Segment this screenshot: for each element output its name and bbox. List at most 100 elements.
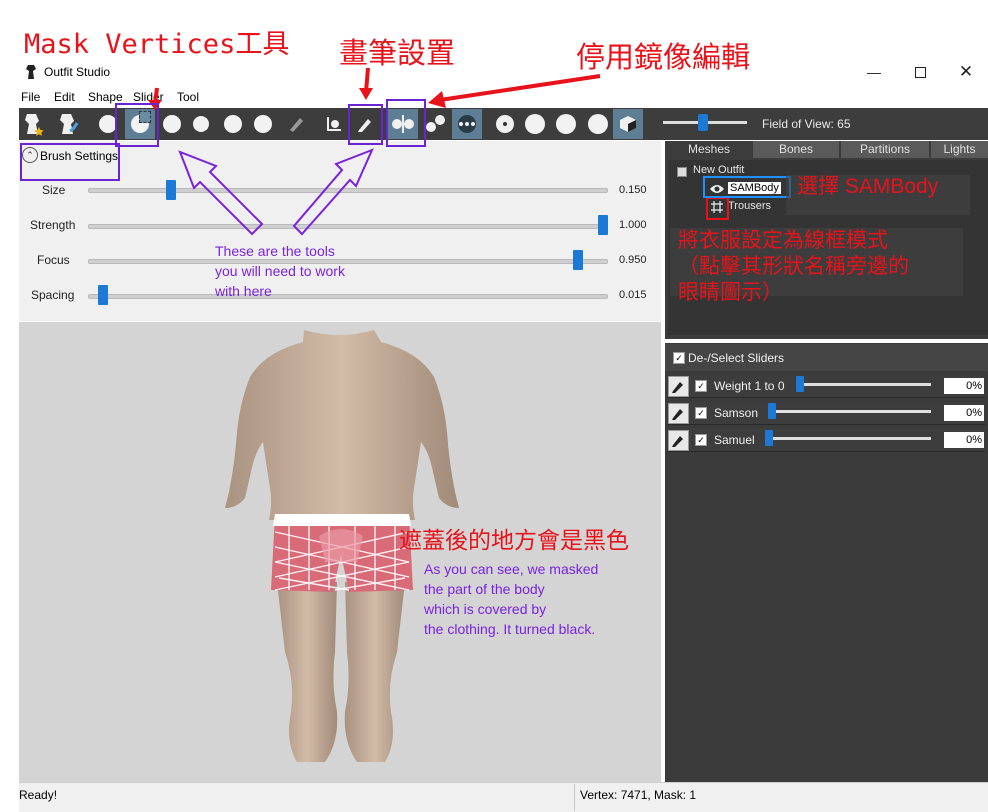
annotation-line: the part of the body: [424, 581, 545, 597]
deselect-sliders-checkbox[interactable]: ✓: [673, 352, 685, 364]
slider-edit-button[interactable]: [668, 430, 689, 451]
slider-row-label: Samson: [714, 406, 759, 420]
tab-meshes[interactable]: Meshes: [667, 141, 751, 158]
focus-slider-thumb[interactable]: [572, 250, 583, 270]
spacing-value: 0.015: [619, 289, 647, 301]
close-icon: ✕: [958, 62, 974, 81]
wireframe-icon[interactable]: [710, 200, 724, 219]
strength-slider[interactable]: [88, 224, 608, 229]
slider-edit-button[interactable]: [668, 403, 689, 424]
smooth-view-button[interactable]: [583, 109, 613, 139]
annotation-line: As you can see, we masked: [424, 561, 599, 577]
annotation-line: These are the tools: [215, 243, 335, 259]
brush-title-highlight: [20, 143, 120, 181]
annotation-brush-settings: 畫筆設置: [339, 38, 456, 70]
xray-toggle-button[interactable]: [452, 109, 482, 139]
smooth-brush-button[interactable]: [248, 109, 278, 139]
annotation-masked-black: 遮蓋後的地方會是黑色: [399, 527, 629, 553]
size-label: Size: [42, 183, 66, 197]
menu-edit[interactable]: Edit: [54, 90, 75, 104]
menu-slider[interactable]: Slider: [133, 90, 164, 104]
solid-view-button[interactable]: [520, 109, 550, 139]
annotation-mask-vertices: Mask Vertices工具: [24, 29, 290, 60]
points-view-button[interactable]: [490, 109, 520, 139]
annotation-line: 眼睛圖示）: [678, 281, 783, 304]
size-value: 0.150: [619, 184, 647, 196]
spacing-slider[interactable]: [88, 294, 608, 299]
connected-icon: [426, 115, 445, 132]
texture-view-button[interactable]: [613, 109, 643, 139]
slider-checkbox[interactable]: ✓: [695, 380, 707, 392]
slider-row-thumb[interactable]: [768, 403, 776, 419]
slider-row-percent[interactable]: 0%: [944, 405, 984, 421]
menu-bar: [19, 88, 988, 106]
focus-slider[interactable]: [88, 259, 608, 264]
smooth-sphere-icon: [588, 114, 608, 134]
mirror-highlight: [386, 99, 426, 147]
minimize-button[interactable]: —: [851, 60, 897, 84]
tree-collapse-icon[interactable]: [677, 167, 687, 177]
brush-settings-highlight: [348, 104, 383, 145]
spacing-label: Spacing: [31, 288, 75, 302]
slider-checkbox[interactable]: ✓: [695, 434, 707, 446]
strength-label: Strength: [30, 218, 76, 232]
tab-lights[interactable]: Lights: [931, 141, 988, 158]
focus-label: Focus: [37, 253, 70, 267]
fov-label: Field of View: 65: [762, 117, 851, 131]
menu-shape[interactable]: Shape: [88, 90, 123, 104]
app-icon: [25, 64, 39, 80]
window-title: Outfit Studio: [44, 65, 111, 79]
size-slider-thumb[interactable]: [166, 180, 177, 200]
paint-brush-icon: [290, 118, 303, 132]
spacing-slider-thumb[interactable]: [97, 285, 108, 305]
minimize-icon: —: [867, 64, 881, 80]
smooth-icon: [254, 115, 272, 133]
maximize-icon: [914, 66, 926, 78]
status-message: Ready!: [19, 788, 58, 802]
slider-edit-button[interactable]: [668, 376, 689, 397]
deflate-brush-button[interactable]: [186, 109, 216, 139]
pencil-icon: [672, 436, 683, 447]
tree-item-sambody[interactable]: SAMBody: [728, 182, 781, 194]
annotation-line: 將衣服設定為線框模式: [678, 229, 888, 252]
pivot-tool-button[interactable]: [318, 109, 348, 139]
select-mesh-tool-button[interactable]: [19, 109, 49, 139]
move-brush-button[interactable]: [218, 109, 248, 139]
slider-row-percent[interactable]: 0%: [944, 378, 984, 394]
slider-row-percent[interactable]: 0%: [944, 432, 984, 448]
menu-file[interactable]: File: [21, 90, 40, 104]
shaded-sphere-icon: [556, 114, 576, 134]
slider-row-track[interactable]: [765, 437, 931, 440]
strength-slider-thumb[interactable]: [598, 215, 608, 235]
pencil-icon: [672, 382, 683, 393]
annotation-line: you will need to work: [215, 263, 345, 279]
slider-row-thumb[interactable]: [796, 376, 804, 392]
shaded-view-button[interactable]: [551, 109, 581, 139]
annotation-line: with here: [215, 283, 272, 299]
tab-partitions[interactable]: Partitions: [841, 141, 929, 158]
inflate-brush-button[interactable]: [157, 109, 187, 139]
weight-paint-button[interactable]: [281, 109, 311, 139]
slider-row-label: Samuel: [714, 433, 755, 447]
maximize-button[interactable]: [897, 60, 943, 84]
focus-value: 0.950: [619, 254, 647, 266]
menu-tool[interactable]: Tool: [177, 90, 199, 104]
fov-slider-thumb[interactable]: [698, 114, 708, 131]
annotation-wireframe-note: 將衣服設定為線框模式 （點擊其形狀名稱旁邊的 眼睛圖示）: [678, 228, 909, 306]
tab-bones[interactable]: Bones: [753, 141, 839, 158]
eye-icon[interactable]: [709, 182, 725, 200]
title-bar: [19, 60, 988, 86]
slider-checkbox[interactable]: ✓: [695, 407, 707, 419]
transform-tool-button[interactable]: [54, 109, 84, 139]
tree-root[interactable]: New Outfit: [693, 164, 744, 176]
solid-sphere-icon: [525, 114, 545, 134]
annotation-disable-mirror: 停用鏡像編輯: [576, 42, 751, 74]
tree-item-trousers[interactable]: Trousers: [728, 200, 771, 212]
strength-value: 1.000: [619, 219, 647, 231]
close-button[interactable]: ✕: [943, 60, 988, 84]
slider-row-track[interactable]: [796, 383, 931, 386]
sliders-header-label: De-/Select Sliders: [688, 351, 785, 365]
dots-icon: [458, 115, 476, 133]
slider-row-track[interactable]: [768, 410, 931, 413]
slider-row-thumb[interactable]: [765, 430, 773, 446]
